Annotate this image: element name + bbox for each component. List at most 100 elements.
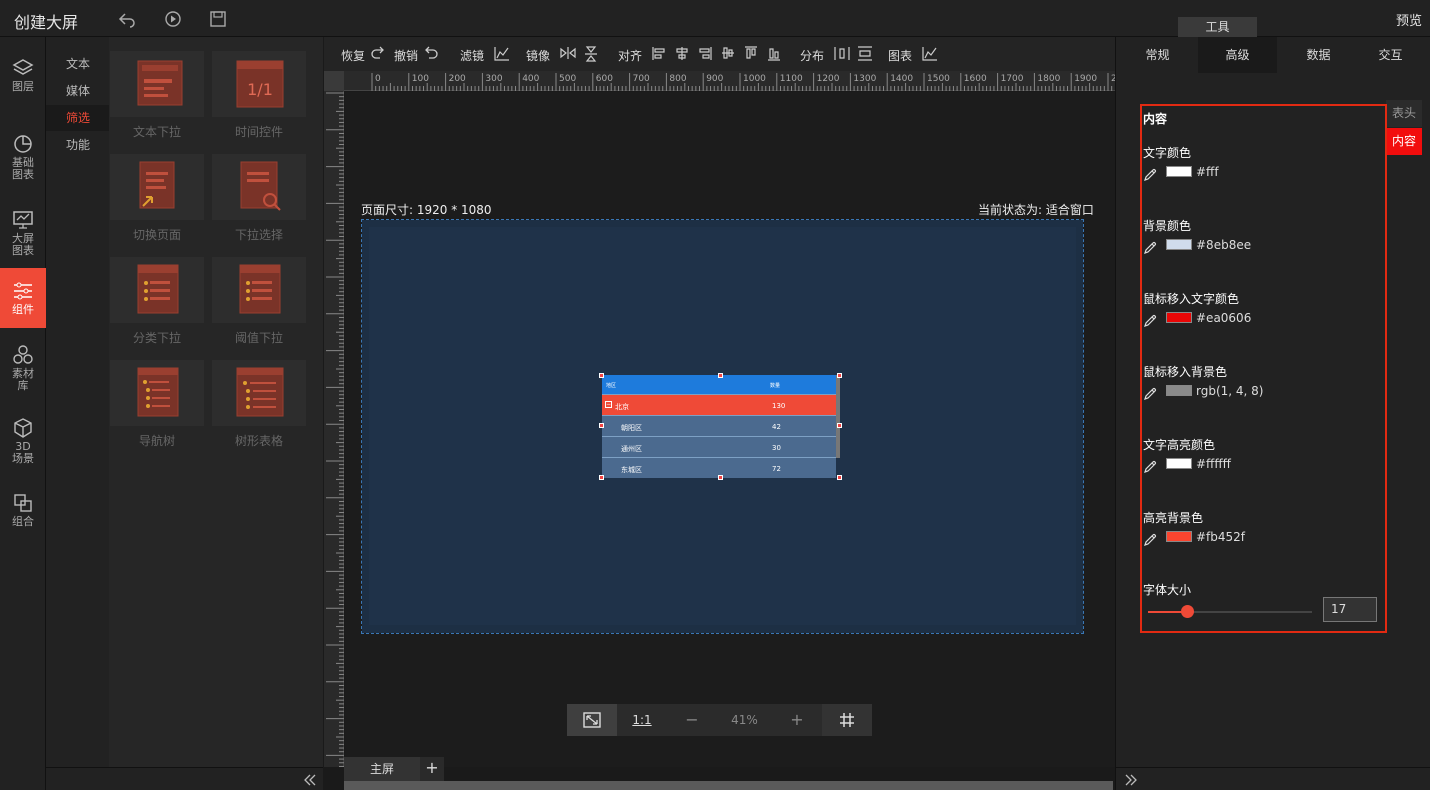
tab-advanced[interactable]: 高级 bbox=[1198, 37, 1277, 73]
property-label: 鼠标移入背景色 bbox=[1143, 365, 1228, 379]
distribute-vertical-icon[interactable] bbox=[857, 46, 873, 61]
color-swatch[interactable] bbox=[1166, 239, 1192, 250]
component-card[interactable]: 阈值下拉 bbox=[212, 243, 306, 345]
eyedropper-icon[interactable] bbox=[1143, 460, 1157, 474]
redo-icon[interactable] bbox=[371, 46, 385, 60]
combine-icon bbox=[14, 494, 32, 512]
subnav-text[interactable]: 文本 bbox=[46, 51, 109, 77]
align-middle-icon[interactable] bbox=[721, 46, 735, 61]
resize-handle[interactable] bbox=[837, 373, 842, 378]
ruler-label: 400 bbox=[522, 74, 539, 84]
color-value[interactable]: #ffffff bbox=[1196, 457, 1231, 471]
color-swatch[interactable] bbox=[1166, 385, 1192, 396]
tools-tab[interactable]: 工具 bbox=[1178, 17, 1257, 37]
align-right-icon[interactable] bbox=[698, 46, 712, 61]
align-center-icon[interactable] bbox=[675, 46, 689, 61]
component-card[interactable]: 切换页面 bbox=[110, 140, 204, 242]
zoom-out-button[interactable]: − bbox=[667, 704, 717, 736]
fit-window-button[interactable] bbox=[567, 704, 617, 736]
nav-screen-charts[interactable]: 大屏 图表 bbox=[0, 209, 46, 259]
flip-vertical-icon[interactable] bbox=[584, 46, 598, 62]
flip-horizontal-icon[interactable] bbox=[560, 46, 576, 60]
align-left-icon[interactable] bbox=[652, 46, 666, 61]
resize-handle[interactable] bbox=[718, 475, 723, 480]
undo-icon[interactable] bbox=[118, 10, 136, 28]
color-swatch[interactable] bbox=[1166, 312, 1192, 323]
chart-button[interactable]: 图表 bbox=[888, 47, 912, 64]
resize-handle[interactable] bbox=[599, 373, 604, 378]
color-value[interactable]: #8eb8ee bbox=[1196, 238, 1251, 252]
play-icon[interactable] bbox=[164, 10, 182, 28]
minus-box-icon[interactable]: − bbox=[605, 401, 612, 408]
nav-basic-charts[interactable]: 基础 图表 bbox=[0, 133, 46, 183]
subnav-media[interactable]: 媒体 bbox=[46, 78, 109, 104]
component-card[interactable]: 导航树 bbox=[110, 346, 204, 448]
tab-general[interactable]: 常规 bbox=[1118, 37, 1197, 73]
tab-data[interactable]: 数据 bbox=[1279, 37, 1358, 73]
align-button[interactable]: 对齐 bbox=[618, 47, 642, 64]
add-page-button[interactable]: + bbox=[420, 757, 444, 781]
nav-combine[interactable]: 组合 bbox=[0, 492, 46, 532]
component-card[interactable]: 分类下拉 bbox=[110, 243, 204, 345]
eyedropper-icon[interactable] bbox=[1143, 387, 1157, 401]
filter-button[interactable]: 滤镜 bbox=[460, 47, 484, 64]
tab-interaction[interactable]: 交互 bbox=[1351, 37, 1430, 73]
resize-handle[interactable] bbox=[837, 475, 842, 480]
grid-button[interactable] bbox=[822, 704, 872, 736]
color-value[interactable]: rgb(1, 4, 8) bbox=[1196, 384, 1263, 398]
save-icon[interactable] bbox=[209, 10, 227, 28]
redo-button[interactable]: 恢复 bbox=[341, 47, 365, 64]
filter-chart-icon[interactable] bbox=[494, 46, 510, 61]
eyedropper-icon[interactable] bbox=[1143, 168, 1157, 182]
side-tab-content[interactable]: 内容 bbox=[1386, 128, 1422, 155]
undo-button[interactable]: 撤销 bbox=[394, 47, 418, 64]
one-to-one-button[interactable]: 1:1 bbox=[617, 704, 667, 736]
chart-icon[interactable] bbox=[922, 46, 938, 61]
table-row[interactable]: 朝阳区 42 bbox=[602, 415, 836, 436]
tree-table-widget[interactable]: 地区 数量 − 北京 130 朝阳区 42 通州区 30 东城区 72 bbox=[602, 375, 840, 478]
preview-button[interactable]: 预览 bbox=[1396, 10, 1422, 29]
table-row[interactable]: 通州区 30 bbox=[602, 436, 836, 457]
nav-components[interactable]: 组件 bbox=[0, 268, 46, 328]
page-tab-main[interactable]: 主屏 bbox=[344, 757, 420, 781]
color-swatch[interactable] bbox=[1166, 166, 1192, 177]
eyedropper-icon[interactable] bbox=[1143, 533, 1157, 547]
nav-materials[interactable]: 素材 库 bbox=[0, 344, 46, 394]
resize-handle[interactable] bbox=[718, 373, 723, 378]
component-card[interactable]: 文本下拉 bbox=[110, 37, 204, 139]
align-top-icon[interactable] bbox=[744, 46, 758, 61]
subnav-function[interactable]: 功能 bbox=[46, 132, 109, 158]
collapse-right-icon[interactable] bbox=[1124, 773, 1138, 787]
distribute-button[interactable]: 分布 bbox=[800, 47, 824, 64]
eyedropper-icon[interactable] bbox=[1143, 241, 1157, 255]
font-size-input[interactable]: 17 bbox=[1323, 597, 1377, 622]
fit-screen-icon bbox=[583, 712, 601, 728]
horizontal-scrollbar[interactable] bbox=[344, 781, 1113, 790]
nav-layers[interactable]: 图层 bbox=[0, 57, 46, 105]
eyedropper-icon[interactable] bbox=[1143, 314, 1157, 328]
component-card[interactable]: 1/1 时间控件 bbox=[212, 37, 306, 139]
undo-icon[interactable] bbox=[424, 46, 438, 60]
table-scrollbar[interactable] bbox=[836, 375, 840, 458]
color-swatch[interactable] bbox=[1166, 531, 1192, 542]
nav-3d-scene[interactable]: 3D 场景 bbox=[0, 417, 46, 467]
distribute-horizontal-icon[interactable] bbox=[834, 46, 850, 61]
color-swatch[interactable] bbox=[1166, 458, 1192, 469]
color-value[interactable]: #ea0606 bbox=[1196, 311, 1251, 325]
side-tab-header[interactable]: 表头 bbox=[1386, 100, 1422, 127]
collapse-left-icon[interactable] bbox=[303, 773, 317, 787]
component-card[interactable]: 树形表格 bbox=[212, 346, 306, 448]
zoom-in-button[interactable]: + bbox=[772, 704, 822, 736]
align-bottom-icon[interactable] bbox=[767, 46, 781, 61]
component-library: 文本下拉 1/1 时间控件 切换页面 下拉选择 分类下拉 阈值下拉 导航树 树形… bbox=[109, 37, 323, 767]
component-card[interactable]: 下拉选择 bbox=[212, 140, 306, 242]
resize-handle[interactable] bbox=[599, 423, 604, 428]
table-row[interactable]: − 北京 130 bbox=[602, 394, 836, 415]
mirror-button[interactable]: 镜像 bbox=[526, 47, 550, 64]
resize-handle[interactable] bbox=[837, 423, 842, 428]
table-header-cell: 地区 bbox=[606, 383, 617, 389]
color-value[interactable]: #fff bbox=[1196, 165, 1219, 179]
subnav-filter[interactable]: 筛选 bbox=[46, 105, 109, 131]
color-value[interactable]: #fb452f bbox=[1196, 530, 1245, 544]
resize-handle[interactable] bbox=[599, 475, 604, 480]
